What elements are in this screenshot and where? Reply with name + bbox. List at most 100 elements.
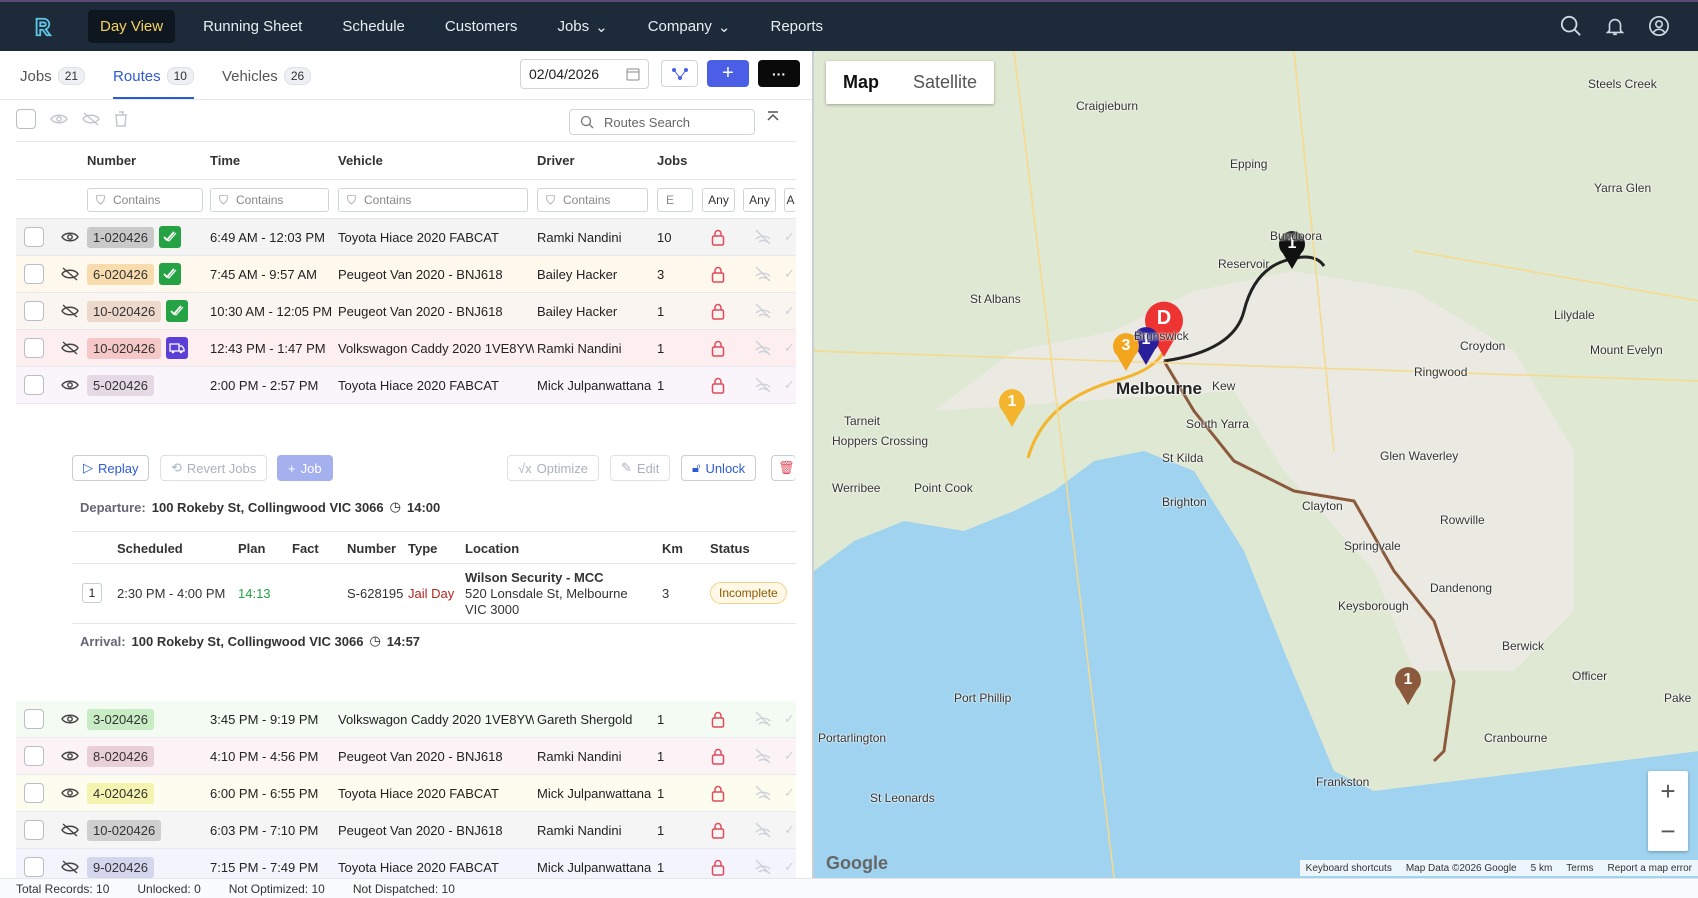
col-number[interactable]: Number (87, 153, 136, 168)
map-tab-map[interactable]: Map (826, 61, 896, 104)
route-network-button[interactable] (661, 60, 698, 87)
eye-icon[interactable] (52, 738, 88, 774)
row-checkbox[interactable] (24, 709, 44, 729)
replay-button[interactable]: ▷ Replay (72, 455, 150, 481)
revert-jobs-button[interactable]: ⟲ Revert Jobs (160, 455, 268, 481)
play-icon: ▷ (83, 460, 93, 475)
edit-button[interactable]: ✎ Edit (610, 455, 671, 481)
tab-routes[interactable]: Routes 10 (113, 67, 194, 99)
filter-driver-input[interactable]: ⛉ Contains (537, 188, 648, 212)
col-driver[interactable]: Driver (537, 153, 575, 168)
map-tab-satellite[interactable]: Satellite (896, 61, 994, 104)
eye-icon[interactable] (52, 775, 88, 811)
row-checkbox[interactable] (24, 820, 44, 840)
col-time[interactable]: Time (210, 153, 240, 168)
user-avatar-icon[interactable] (1648, 15, 1670, 37)
row-checkbox[interactable] (24, 746, 44, 766)
eye-off-icon[interactable] (52, 293, 88, 329)
col-vehicle[interactable]: Vehicle (338, 153, 383, 168)
unlock-button[interactable]: 🔓︎ Unlock (681, 455, 757, 481)
routes-search-input[interactable]: Routes Search (569, 109, 755, 135)
tab-jobs[interactable]: Jobs 21 (20, 67, 86, 99)
filter-any-select[interactable]: Any (702, 188, 735, 212)
delete-route-button[interactable]: 🗑︎ (771, 455, 796, 481)
eye-off-icon[interactable] (82, 112, 100, 126)
row-checkbox[interactable] (24, 338, 44, 358)
search-icon[interactable] (1560, 15, 1582, 37)
nav-day-view[interactable]: Day View (88, 10, 176, 43)
tab-vehicles[interactable]: Vehicles 26 (222, 67, 312, 99)
nav-schedule[interactable]: Schedule (330, 10, 417, 43)
route-jobs: 1 (657, 340, 665, 356)
job-row[interactable]: 1 2:30 PM - 4:00 PM 14:13 S-628195 Jail … (72, 564, 796, 624)
eye-icon[interactable] (52, 701, 88, 737)
more-button[interactable]: ··· (758, 60, 800, 87)
bell-icon[interactable] (1604, 15, 1626, 37)
lock-icon[interactable] (706, 256, 730, 292)
optimize-button[interactable]: √x Optimize (507, 455, 599, 481)
nav-customers[interactable]: Customers (433, 10, 530, 43)
nav-jobs[interactable]: Jobs ⌄ (545, 10, 619, 44)
total-records: Total Records: 10 (16, 881, 110, 896)
eye-icon[interactable] (52, 219, 88, 255)
lock-icon[interactable] (706, 219, 730, 255)
report-error-link[interactable]: Report a map error (1608, 863, 1692, 874)
filter-any-select[interactable]: Any (743, 188, 776, 212)
route-row[interactable]: 1-020426 6:49 AM - 12:03 PM Toyota Hiace 2… (16, 219, 796, 256)
lock-icon[interactable] (706, 738, 730, 774)
row-checkbox[interactable] (24, 375, 44, 395)
route-row[interactable]: 10-020426 6:03 PM - 7:10 PM Peugeot Van 20… (16, 812, 796, 849)
row-checkbox[interactable] (24, 857, 44, 877)
lock-icon[interactable] (706, 701, 730, 737)
filter-number-input[interactable]: ⛉ Contains (87, 188, 203, 212)
lock-icon[interactable] (706, 775, 730, 811)
nav-reports[interactable]: Reports (758, 10, 835, 43)
google-logo: Google (826, 853, 888, 873)
trash-icon[interactable] (114, 111, 128, 127)
terms-link[interactable]: Terms (1566, 863, 1593, 874)
route-row[interactable]: 10-020426 10:30 AM - 12:05 PM Peugeot Van … (16, 293, 796, 330)
route-map[interactable]: 1D1311 Craigieburn Epping Bundoora Reservoi… (812, 51, 1698, 878)
route-row[interactable]: 6-020426 7:45 AM - 9:57 AM Peugeot Van 202… (16, 256, 796, 293)
filter-any-select[interactable]: A (784, 188, 796, 212)
select-all-checkbox[interactable] (16, 109, 36, 129)
zoom-in-button[interactable]: + (1648, 771, 1688, 811)
col-jobs[interactable]: Jobs (657, 153, 687, 168)
eye-icon[interactable] (52, 367, 88, 403)
eye-off-icon[interactable] (52, 812, 88, 848)
row-checkbox[interactable] (24, 301, 44, 321)
collapse-up-icon[interactable] (766, 111, 780, 125)
lock-icon[interactable] (706, 812, 730, 848)
map-attribution: Keyboard shortcuts Map Data ©2026 Google… (1299, 860, 1698, 876)
route-row[interactable]: 5-020426 2:00 PM - 2:57 PM Toyota Hiace 20… (16, 367, 796, 404)
map-marker[interactable]: 1 (999, 389, 1025, 427)
lock-icon[interactable] (706, 330, 730, 366)
date-picker[interactable]: 02/04/2026 (520, 59, 649, 89)
row-checkbox[interactable] (24, 264, 44, 284)
keyboard-shortcuts-link[interactable]: Keyboard shortcuts (1306, 863, 1392, 874)
lock-icon[interactable] (706, 293, 730, 329)
nav-company[interactable]: Company ⌄ (636, 10, 743, 44)
route-row[interactable]: 3-020426 3:45 PM - 9:19 PM Volkswagon Cadd… (16, 701, 796, 738)
zoom-out-button[interactable]: − (1648, 811, 1688, 851)
route-row[interactable]: 4-020426 6:00 PM - 6:55 PM Toyota Hiace 20… (16, 775, 796, 812)
route-row[interactable]: 10-020426 12:43 PM - 1:47 PM Volkswagon Ca… (16, 330, 796, 367)
filter-jobs-input[interactable]: E (657, 188, 693, 212)
route-row[interactable]: 8-020426 4:10 PM - 4:56 PM Peugeot Van 202… (16, 738, 796, 775)
eye-icon[interactable] (50, 113, 68, 125)
eye-off-icon[interactable] (52, 256, 88, 292)
nav-running-sheet[interactable]: Running Sheet (191, 10, 314, 43)
route-number: 10-020426 (87, 337, 162, 359)
filter-vehicle-input[interactable]: ⛉ Contains (338, 188, 528, 212)
lock-icon[interactable] (706, 367, 730, 403)
row-checkbox[interactable] (24, 227, 44, 247)
filter-time-input[interactable]: ⛉ Contains (210, 188, 329, 212)
app-logo-icon[interactable] (32, 16, 54, 38)
map-marker[interactable]: 1 (1395, 667, 1421, 705)
eye-off-icon[interactable] (52, 330, 88, 366)
add-job-button[interactable]: + Job (277, 455, 333, 481)
row-checkbox[interactable] (24, 783, 44, 803)
map-canvas[interactable]: 1D1311 (814, 51, 1698, 878)
nav-label: Schedule (342, 18, 405, 35)
add-route-button[interactable]: + (707, 60, 749, 87)
